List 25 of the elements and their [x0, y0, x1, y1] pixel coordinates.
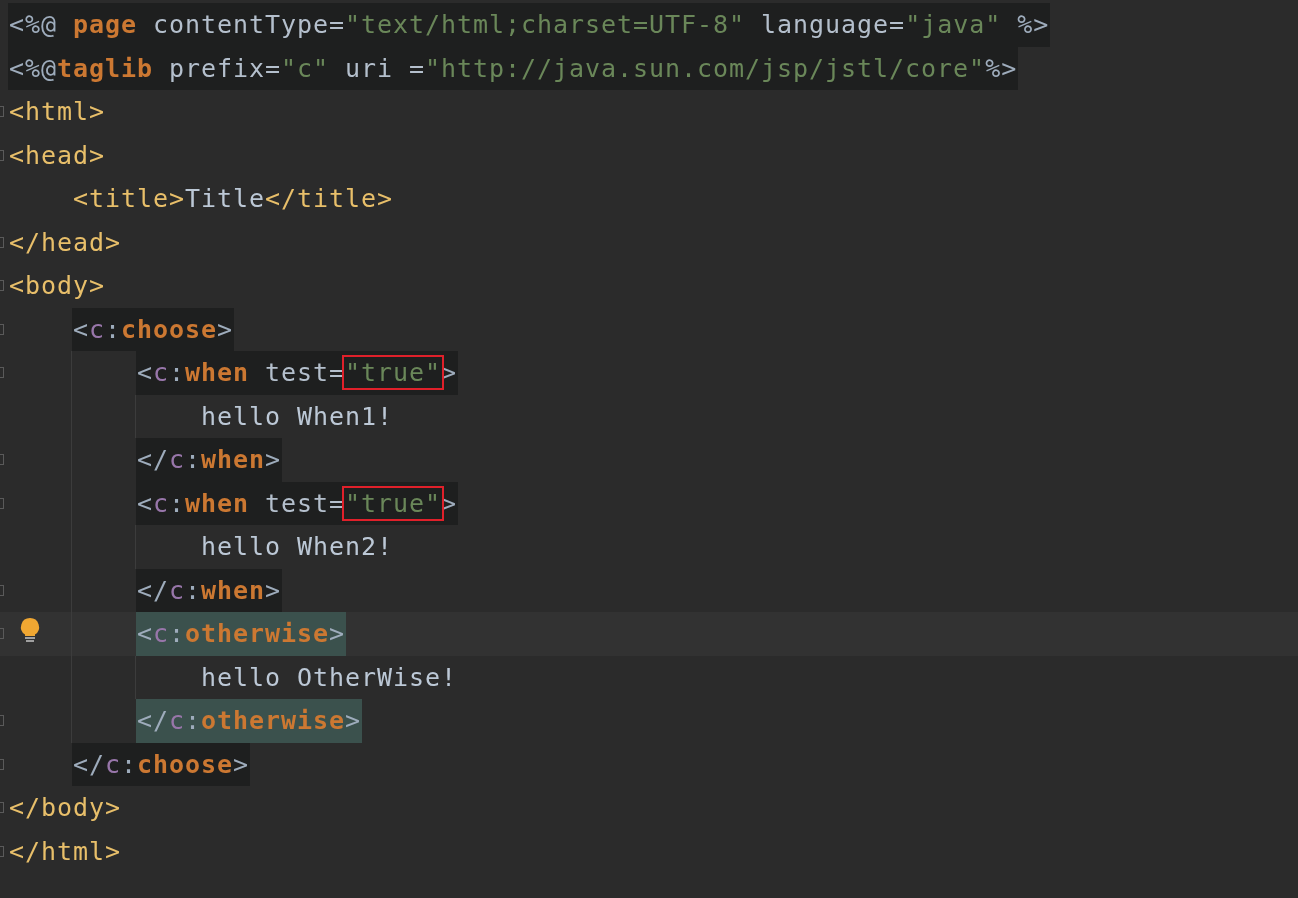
lightbulb-icon[interactable] [19, 617, 41, 643]
code-line: <body> [8, 270, 106, 302]
fold-marker-icon[interactable] [0, 280, 4, 291]
code-line: </html> [8, 835, 122, 868]
code-line: </head> [8, 226, 122, 259]
code-line: </body> [8, 792, 122, 824]
fold-marker-icon[interactable] [0, 367, 4, 378]
fold-marker-icon[interactable] [0, 236, 4, 248]
fold-marker-icon[interactable] [0, 106, 4, 117]
fold-marker-icon[interactable] [0, 758, 4, 770]
fold-marker-icon[interactable] [0, 802, 4, 813]
code-line: hello When2! [200, 531, 394, 563]
fold-marker-icon[interactable] [0, 715, 4, 726]
code-line: <title>Title</title> [72, 183, 395, 215]
fold-marker-icon[interactable] [0, 497, 4, 509]
fold-marker-icon[interactable] [0, 628, 4, 639]
fold-marker-icon[interactable] [0, 845, 4, 857]
code-line: <head> [8, 139, 106, 172]
fold-marker-icon[interactable] [0, 323, 4, 335]
code-line: <html> [8, 96, 106, 128]
fold-marker-icon[interactable] [0, 149, 4, 161]
code-line: hello When1! [200, 400, 394, 433]
code-line: hello OtherWise! [200, 661, 459, 694]
fold-marker-icon[interactable] [0, 454, 4, 465]
fold-marker-icon[interactable] [0, 584, 4, 596]
